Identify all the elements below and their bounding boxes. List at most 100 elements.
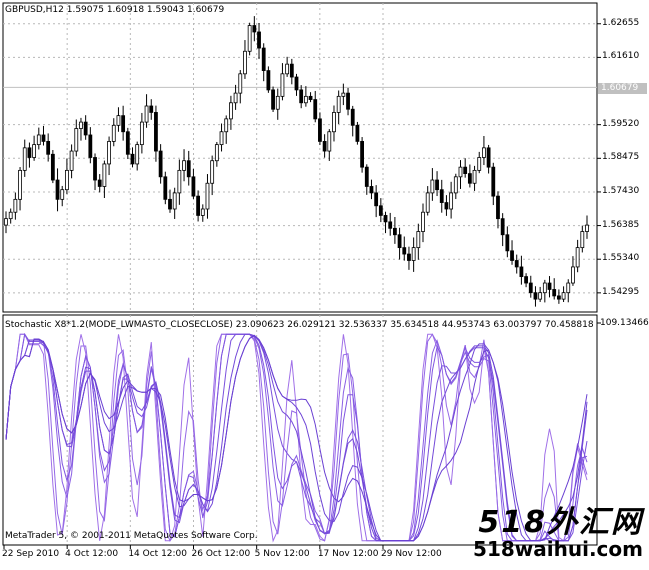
candle-body — [200, 208, 205, 216]
candle-body — [364, 166, 369, 187]
current-price-label: 1.60679 — [598, 83, 647, 94]
candle-body — [369, 186, 374, 194]
candle-body — [533, 292, 538, 300]
candle-body — [580, 231, 585, 249]
candle-body — [149, 105, 154, 113]
candle-body — [97, 179, 102, 187]
candle-body — [472, 169, 477, 184]
candle-body — [322, 141, 327, 152]
candle-body — [172, 192, 177, 210]
candle-body — [416, 231, 421, 249]
candle-body — [402, 247, 407, 255]
candle-body — [214, 144, 219, 162]
time-axis-label: 17 Nov 12:00 — [317, 549, 379, 559]
candle-body — [111, 124, 116, 142]
candle-body — [41, 134, 46, 142]
candle-body — [60, 189, 65, 200]
candle-body — [210, 160, 215, 184]
candle-body — [496, 195, 500, 220]
candle-body — [177, 169, 182, 194]
candle-body — [266, 70, 271, 91]
price-axis-label: 1.57430 — [602, 185, 640, 196]
chart-window[interactable]: GBPUSD,H12 1.59075 1.60918 1.59043 1.606… — [0, 0, 649, 566]
candle-body — [449, 192, 454, 210]
candle-body — [88, 134, 93, 158]
candle-body — [18, 169, 22, 200]
candle-body — [271, 89, 275, 110]
candle-body — [130, 153, 135, 165]
candle-body — [243, 50, 247, 75]
candle-body — [294, 76, 299, 91]
candle-body — [224, 118, 229, 133]
candle-body — [36, 134, 41, 146]
watermark-top: 518外汇网 — [478, 505, 643, 540]
candle-body — [374, 192, 379, 207]
price-axis-label: 1.58475 — [602, 152, 640, 163]
candle-body — [83, 121, 88, 136]
time-axis-label: 4 Oct 12:00 — [65, 549, 119, 559]
candle-body — [407, 253, 411, 261]
candle-body — [430, 179, 435, 194]
candle-body — [186, 160, 191, 178]
candle-body — [280, 73, 285, 97]
watermark: 518外汇网 518waihui.com — [473, 505, 643, 561]
candle-body — [121, 115, 126, 133]
candle-body — [411, 247, 416, 261]
time-axis-label: 29 Nov 12:00 — [381, 549, 442, 559]
candle-body — [571, 266, 575, 284]
time-axis-label: 22 Sep 2010 — [2, 549, 60, 559]
candle-body — [144, 105, 149, 123]
candle-body — [107, 141, 111, 165]
candle-body — [158, 150, 163, 178]
candle-body — [378, 205, 383, 216]
watermark-bottom: 518waihui.com — [473, 537, 643, 561]
candle-body — [482, 147, 486, 158]
candle-body — [388, 221, 393, 229]
candle-body — [8, 211, 13, 220]
chart-canvas[interactable] — [0, 0, 649, 566]
candle-body — [505, 234, 510, 252]
candle-body — [477, 157, 482, 171]
price-axis-label: 1.61610 — [602, 51, 640, 62]
candle-body — [552, 289, 557, 297]
candle-body — [510, 250, 514, 261]
candle-body — [308, 95, 313, 100]
candle-body — [79, 121, 83, 129]
candle-body — [486, 147, 491, 168]
candle-body — [421, 211, 425, 232]
candle-body — [65, 169, 69, 191]
candle-body — [463, 166, 468, 174]
candle-body — [285, 63, 290, 75]
candle-body — [102, 163, 107, 187]
candle-body — [50, 153, 55, 181]
candle-body — [191, 176, 196, 197]
candle-body — [453, 176, 458, 194]
candle-body — [514, 260, 519, 268]
candle-body — [439, 189, 444, 203]
candle-body — [458, 166, 463, 178]
candle-body — [575, 247, 580, 268]
price-axis-label: 1.56385 — [602, 219, 640, 230]
candle-body — [299, 89, 304, 104]
candle-body — [196, 195, 201, 216]
candle-body — [261, 47, 266, 71]
candle-body — [425, 192, 430, 213]
time-axis-label: 26 Oct 12:00 — [191, 549, 251, 559]
candle-body — [561, 292, 566, 300]
candle-body — [252, 25, 257, 33]
candle-body — [229, 102, 233, 120]
indicator-header: Stochastic X8*1.2(MODE_LWMASTO_CLOSECLOS… — [5, 320, 597, 330]
candle-body — [4, 218, 8, 226]
candle-body — [205, 182, 210, 210]
candle-body — [125, 131, 130, 155]
candle-body — [524, 276, 528, 284]
candle-body — [538, 292, 543, 300]
price-axis-label: 1.54295 — [602, 286, 640, 297]
candle-body — [336, 95, 341, 113]
candle-body — [547, 282, 552, 290]
candle-body — [238, 73, 243, 94]
candle-body — [275, 95, 280, 110]
candle-body — [27, 147, 32, 158]
candle-body — [383, 215, 388, 223]
candle-body — [350, 108, 355, 126]
